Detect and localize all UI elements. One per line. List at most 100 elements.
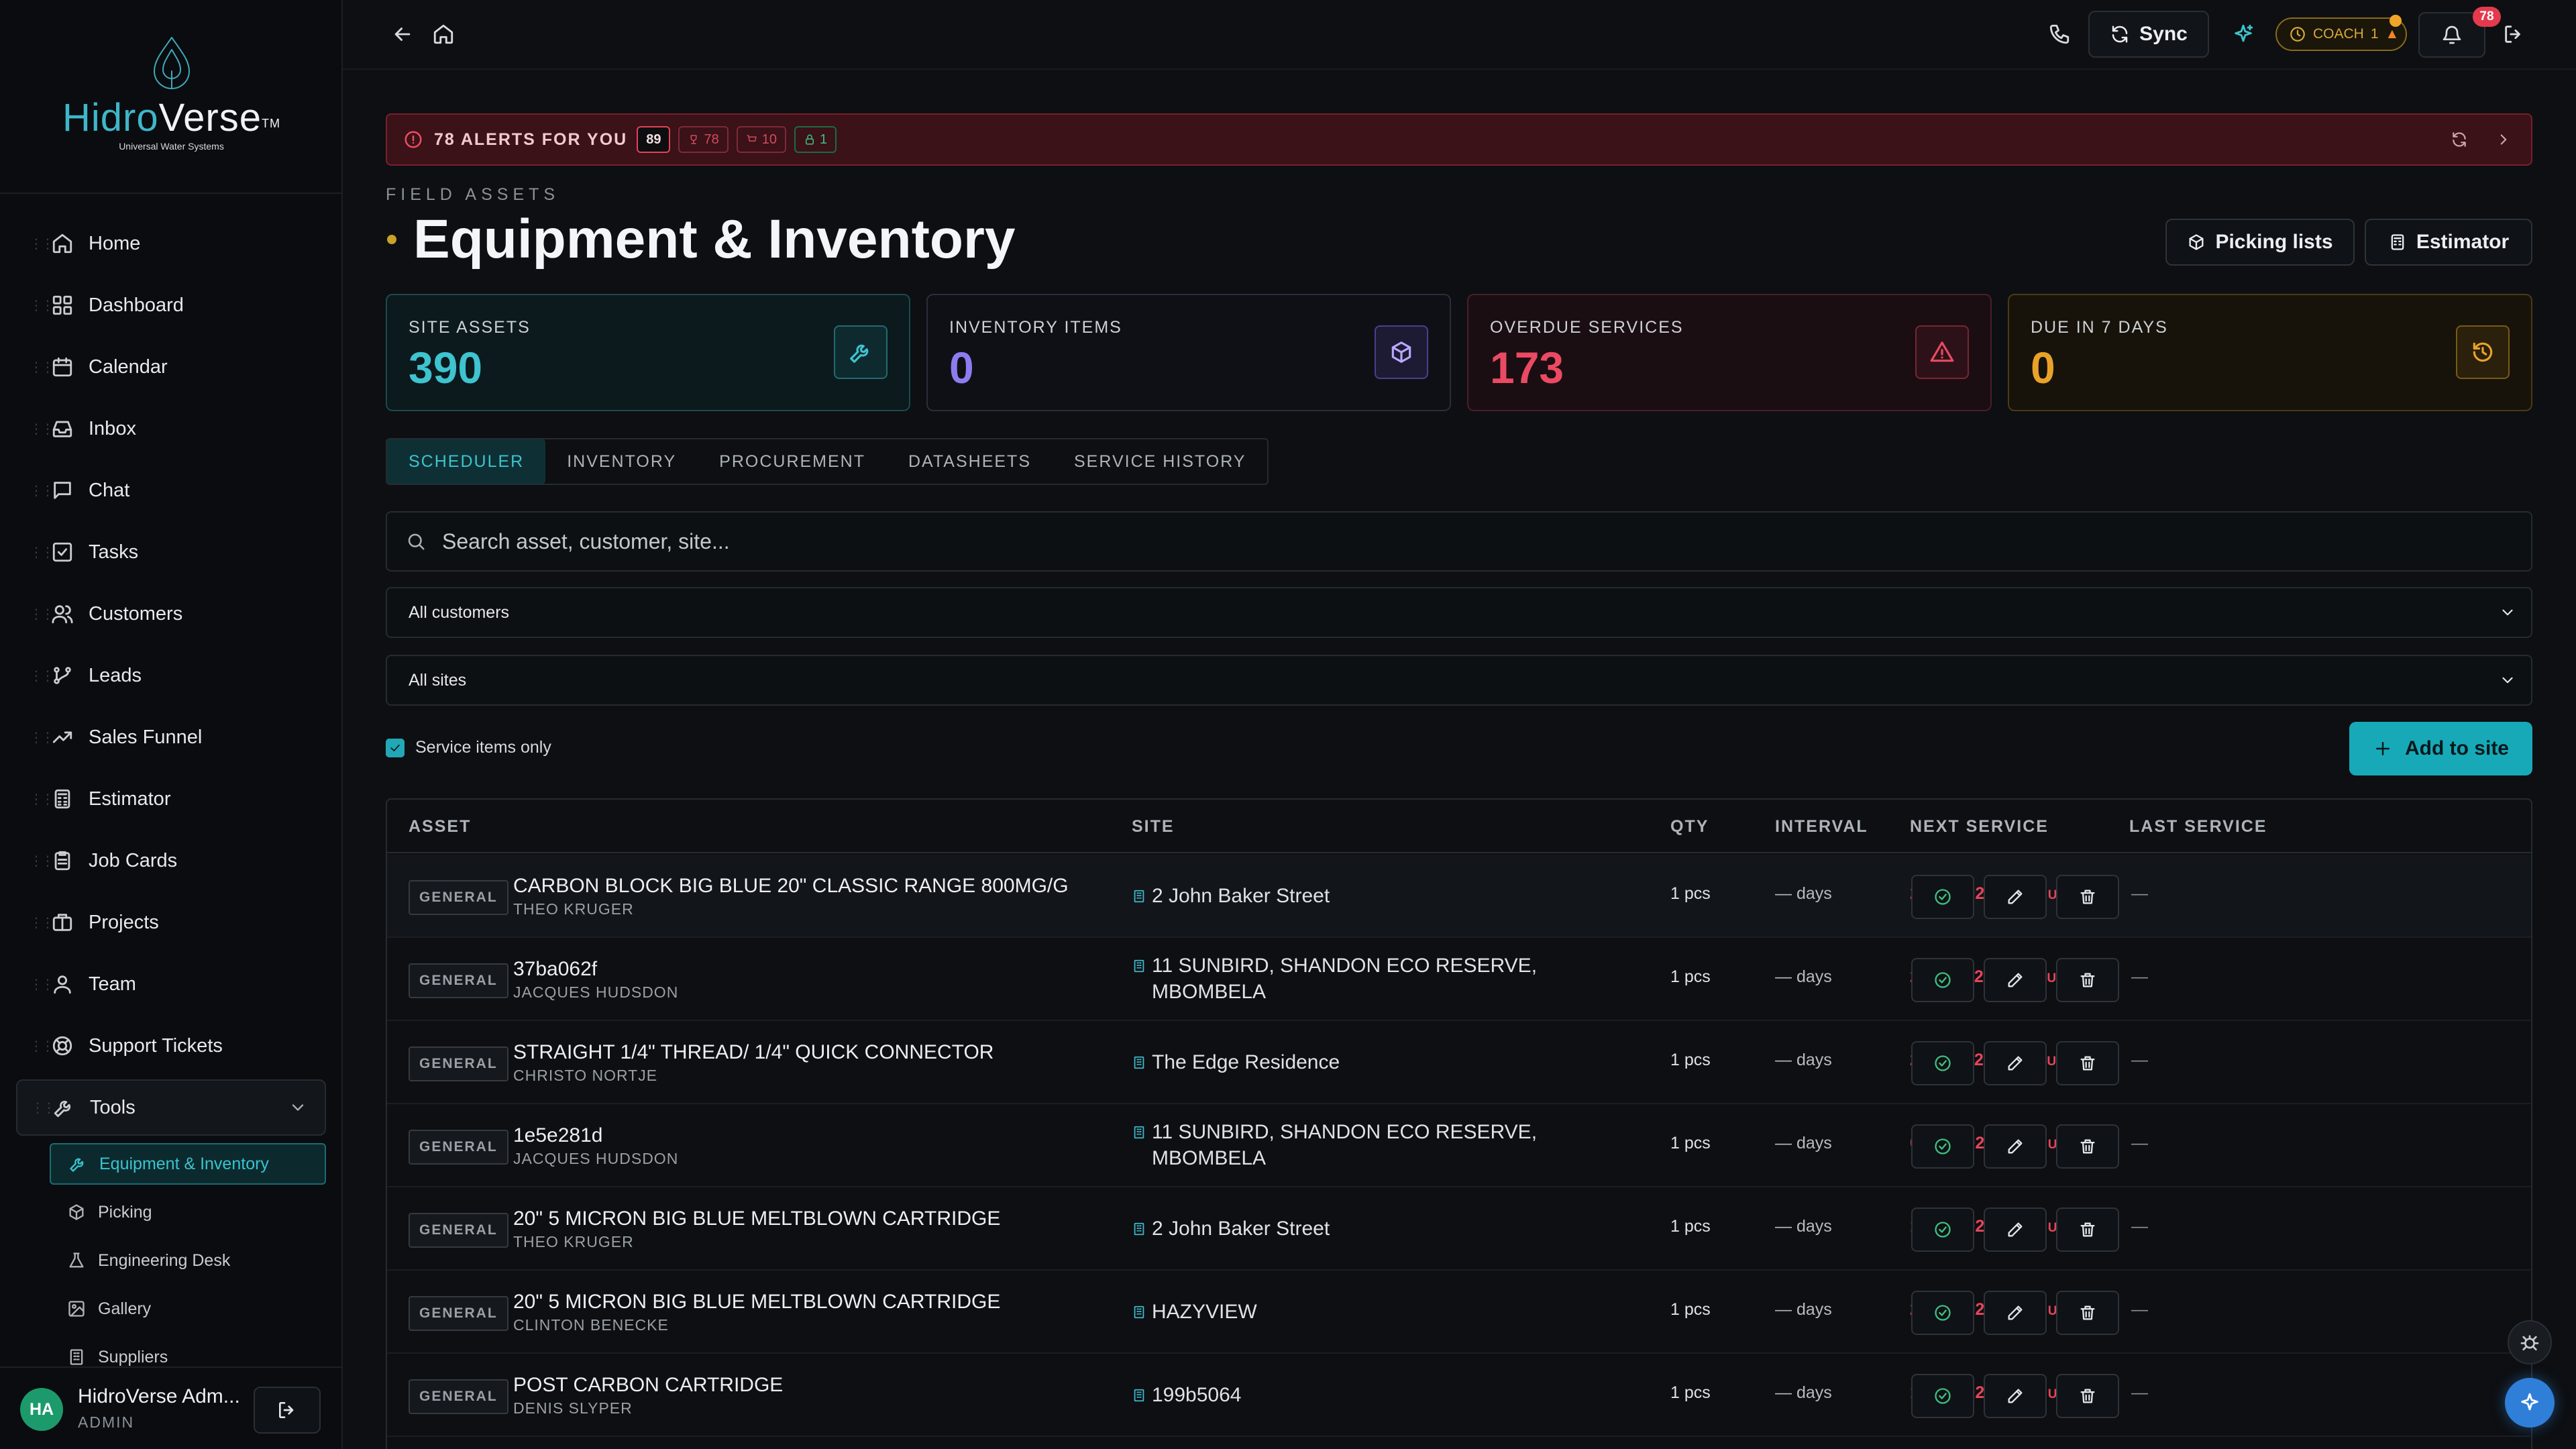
drag-handle-icon[interactable]: ⋮⋮ [30,482,54,499]
mark-serviced-button[interactable] [1911,958,1974,1002]
edit-button[interactable] [1984,1124,2047,1169]
picking-lists-button[interactable]: Picking lists [2165,219,2355,266]
asset-site[interactable]: 199b5064 [1132,1382,1561,1408]
delete-button[interactable] [2056,1291,2119,1335]
asset-name[interactable]: 20" 5 MICRON BIG BLUE MELTBLOWN CARTRIDG… [513,1208,1000,1230]
sidebar-subitem-equipment-inventory[interactable]: Equipment & Inventory [50,1143,326,1185]
refresh-icon[interactable] [2451,131,2468,148]
drag-handle-icon[interactable]: ⋮⋮ [30,667,54,684]
edit-button[interactable] [1984,958,2047,1002]
table-row[interactable]: GENERAL STRAIGHT 1/4" THREAD/ 1/4" QUICK … [387,1021,2531,1104]
asset-site[interactable]: 11 SUNBIRD, SHANDON ECO RESERVE, MBOMBEL… [1132,953,1561,1005]
drag-handle-icon[interactable]: ⋮⋮ [30,791,54,808]
drag-handle-icon[interactable]: ⋮⋮ [30,235,54,252]
estimator-button[interactable]: Estimator [2365,219,2532,266]
sidebar-item-calendar[interactable]: ⋮⋮ Calendar [16,339,326,395]
delete-button[interactable] [2056,958,2119,1002]
service-items-only-checkbox[interactable] [386,738,405,757]
delete-button[interactable] [2056,875,2119,919]
edit-button[interactable] [1984,1291,2047,1335]
logout-button[interactable] [254,1387,321,1434]
drag-handle-icon[interactable]: ⋮⋮ [31,1099,56,1116]
sidebar-subitem-picking[interactable]: Picking [50,1191,326,1233]
stat-card-site-assets[interactable]: SITE ASSETS 390 [386,294,910,411]
sidebar-subitem-gallery[interactable]: Gallery [50,1288,326,1330]
asset-name[interactable]: 1e5e281d [513,1124,602,1147]
edit-button[interactable] [1984,1041,2047,1085]
sidebar-item-inbox[interactable]: ⋮⋮ Inbox [16,400,326,457]
coach-chip[interactable]: COACH 1 ▲ [2275,15,2407,51]
table-row[interactable]: GENERAL 20" 5 MICRON BIG BLUE MELTBLOWN C… [387,1187,2531,1271]
edit-button[interactable] [1984,1374,2047,1418]
tab-datasheets[interactable]: DATASHEETS [887,439,1053,484]
search-input[interactable] [442,529,2455,554]
mark-serviced-button[interactable] [1911,1208,1974,1252]
column-header-next-service[interactable]: NEXT SERVICE [1910,800,2049,853]
tab-inventory[interactable]: INVENTORY [545,439,698,484]
mark-serviced-button[interactable] [1911,1124,1974,1169]
logout-icon[interactable] [2502,23,2525,46]
sparkle-ai-icon[interactable] [2232,23,2255,46]
asset-site[interactable]: 11 SUNBIRD, SHANDON ECO RESERVE, MBOMBEL… [1132,1119,1561,1171]
mark-serviced-button[interactable] [1911,1374,1974,1418]
add-to-site-button[interactable]: Add to site [2349,722,2532,775]
mark-serviced-button[interactable] [1911,1291,1974,1335]
sidebar-subitem-engineering-desk[interactable]: Engineering Desk [50,1240,326,1281]
drag-handle-icon[interactable]: ⋮⋮ [30,544,54,561]
sidebar-item-job-cards[interactable]: ⋮⋮ Job Cards [16,833,326,889]
column-header-asset[interactable]: ASSET [409,800,471,853]
alerts-trophy-badge[interactable]: 78 [678,126,729,153]
asset-name[interactable]: STRAIGHT 1/4" THREAD/ 1/4" QUICK CONNECT… [513,1041,994,1064]
delete-button[interactable] [2056,1374,2119,1418]
drag-handle-icon[interactable]: ⋮⋮ [30,914,54,931]
table-row[interactable]: GENERAL 20" 5 MICRON BIG BLUE MELTBLOWN C… [387,1271,2531,1354]
column-header-interval[interactable]: INTERVAL [1775,800,1868,853]
sidebar-item-sales-funnel[interactable]: ⋮⋮ Sales Funnel [16,709,326,765]
sidebar-item-projects[interactable]: ⋮⋮ Projects [16,894,326,951]
avatar[interactable]: HA [20,1388,63,1431]
delete-button[interactable] [2056,1041,2119,1085]
asset-name[interactable]: CARBON BLOCK BIG BLUE 20" CLASSIC RANGE … [513,875,1069,898]
delete-button[interactable] [2056,1208,2119,1252]
debug-settings-button[interactable] [2508,1320,2552,1364]
site-select[interactable]: All sites [386,655,2532,706]
drag-handle-icon[interactable]: ⋮⋮ [30,297,54,314]
sidebar-item-team[interactable]: ⋮⋮ Team [16,956,326,1012]
sidebar-item-support-tickets[interactable]: ⋮⋮ Support Tickets [16,1018,326,1074]
ai-assistant-button[interactable] [2505,1378,2555,1428]
mark-serviced-button[interactable] [1911,875,1974,919]
sidebar-item-dashboard[interactable]: ⋮⋮ Dashboard [16,277,326,333]
drag-handle-icon[interactable]: ⋮⋮ [30,976,54,993]
alerts-banner[interactable]: 78 ALERTS FOR YOU 89 78 10 1 [386,113,2532,166]
table-row[interactable]: GENERAL CARBON BLOCK BIG BLUE 20" CLASSIC… [387,855,2531,938]
asset-site[interactable]: The Edge Residence [1132,1049,1561,1075]
drag-handle-icon[interactable]: ⋮⋮ [30,421,54,437]
delete-button[interactable] [2056,1124,2119,1169]
chevron-down-icon[interactable] [288,1098,307,1117]
table-row[interactable]: GENERAL 37ba062f JACQUES HUDSDON 11 SUNBIRD… [387,938,2531,1021]
sidebar-item-tasks[interactable]: ⋮⋮ Tasks [16,524,326,580]
table-row[interactable]: GENERAL 1e5e281d JACQUES HUDSDON 11 SUNBIRD… [387,1104,2531,1187]
home-icon[interactable] [432,23,455,46]
sidebar-item-estimator[interactable]: ⋮⋮ Estimator [16,771,326,827]
tab-service-history[interactable]: SERVICE HISTORY [1053,439,1267,484]
table-row[interactable]: GENERAL POST CARBON CARTRIDGE DENIS SLYPER… [387,1354,2531,1437]
stat-card-due-in-7-days[interactable]: DUE IN 7 DAYS 0 [2008,294,2532,411]
asset-name[interactable]: POST CARBON CARTRIDGE [513,1374,783,1397]
sidebar-item-leads[interactable]: ⋮⋮ Leads [16,647,326,704]
sync-button[interactable]: Sync [2088,11,2209,58]
stat-card-overdue-services[interactable]: OVERDUE SERVICES 173 [1467,294,1992,411]
chevron-right-icon[interactable] [2495,131,2512,148]
drag-handle-icon[interactable]: ⋮⋮ [30,1038,54,1055]
sidebar-item-customers[interactable]: ⋮⋮ Customers [16,586,326,642]
asset-site[interactable]: 2 John Baker Street [1132,883,1561,909]
edit-button[interactable] [1984,1208,2047,1252]
sidebar-item-home[interactable]: ⋮⋮ Home [16,215,326,272]
asset-name[interactable]: 37ba062f [513,958,597,981]
brand-logo[interactable]: HidroVerseTM Universal Water Systems [0,34,343,168]
drag-handle-icon[interactable]: ⋮⋮ [30,729,54,746]
alerts-cart-badge[interactable]: 10 [736,126,786,153]
alerts-lock-badge[interactable]: 1 [794,126,837,153]
edit-button[interactable] [1984,875,2047,919]
tab-scheduler[interactable]: SCHEDULER [387,439,546,484]
